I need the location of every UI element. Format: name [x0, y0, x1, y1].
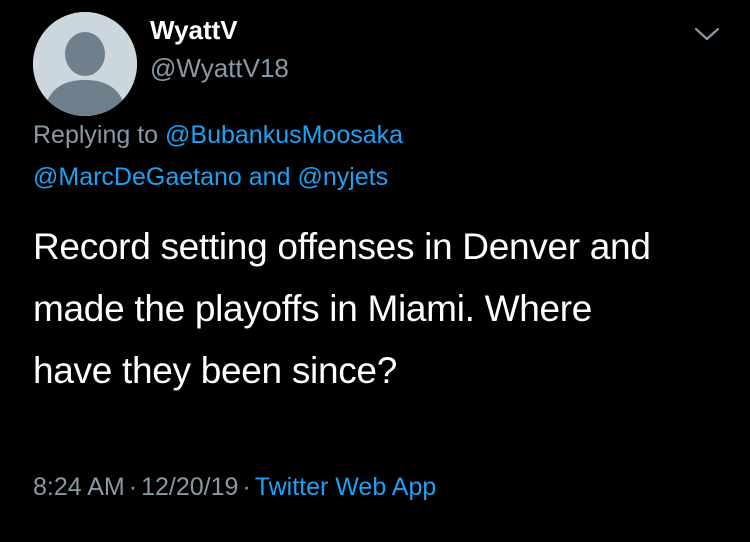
- tweet-date[interactable]: 12/20/19: [141, 473, 238, 501]
- replying-to-line-continued: @MarcDeGaetano and @nyjets: [33, 161, 388, 193]
- tweet-text-line: made the playoffs in Miami. Where: [33, 288, 593, 329]
- display-name[interactable]: WyattV: [150, 14, 238, 46]
- replying-to-line: Replying to @BubankusMoosaka: [33, 119, 403, 151]
- user-handle[interactable]: @WyattV18: [150, 52, 289, 84]
- tweet-source-link[interactable]: Twitter Web App: [255, 473, 437, 501]
- tweet-time[interactable]: 8:24 AM: [33, 473, 125, 501]
- tweet-card: WyattV @WyattV18 Replying to @BubankusMo…: [0, 0, 750, 542]
- tweet-text: Record setting offenses in Denver and ma…: [33, 216, 733, 402]
- tweet-text-line: Record setting offenses in Denver and: [33, 226, 651, 267]
- meta-separator: ·: [242, 473, 251, 501]
- tweet-text-line: have they been since?: [33, 350, 397, 391]
- mention-link[interactable]: @BubankusMoosaka: [165, 121, 403, 149]
- avatar[interactable]: [33, 12, 137, 116]
- mention-link[interactable]: @MarcDeGaetano: [33, 163, 242, 191]
- default-avatar-icon: [33, 12, 137, 116]
- tweet-meta: 8:24 AM · 12/20/19 · Twitter Web App: [33, 471, 436, 503]
- meta-separator: ·: [128, 473, 138, 501]
- replying-to-label: Replying to: [33, 121, 159, 149]
- chevron-down-icon[interactable]: [692, 24, 722, 44]
- reply-conjunction: and: [248, 163, 291, 191]
- mention-link[interactable]: @nyjets: [297, 163, 388, 191]
